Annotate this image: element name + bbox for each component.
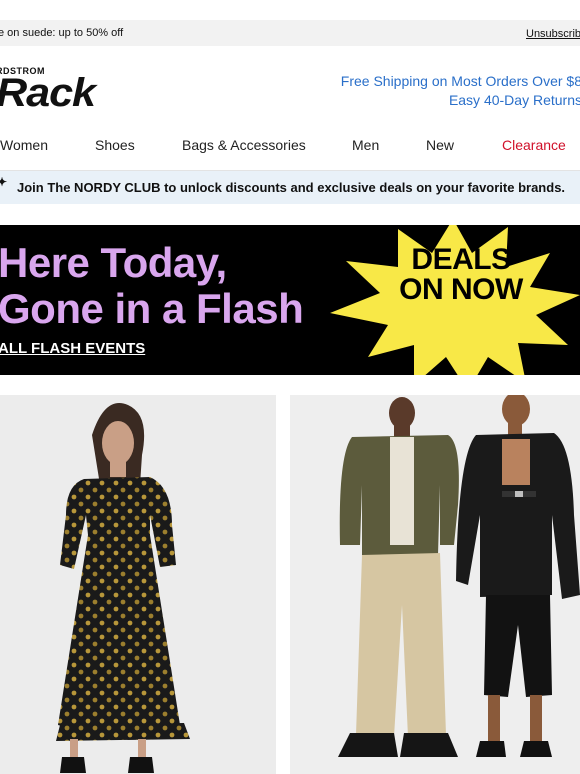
logo-big-text: Rack [0,71,96,115]
main-nav: Women Shoes Bags & Accessories Men New C… [0,137,580,157]
promo-bar: e on suede: up to 50% off Unsubscrib [0,20,580,46]
nav-clearance[interactable]: Clearance [502,137,566,153]
club-text: Join The NORDY CLUB to unlock discounts … [17,180,566,195]
shipping-info[interactable]: Free Shipping on Most Orders Over $8 Eas… [341,72,580,110]
sparkle-icon: ✦ [0,175,8,189]
flash-events-banner[interactable]: Here Today, Gone in a Flash ALL FLASH EV… [0,225,580,375]
returns-link[interactable]: Easy 40-Day Returns [341,91,580,110]
nordy-club-banner[interactable]: ✦ Join The NORDY CLUB to unlock discount… [0,171,580,204]
free-shipping-link[interactable]: Free Shipping on Most Orders Over $8 [341,72,580,91]
deals-on-now: DEALS ON NOW [385,245,537,305]
deals-line1: DEALS [411,243,511,276]
product-image-dress[interactable] [0,395,276,774]
nav-new[interactable]: New [426,137,454,153]
flash-headline-line2: Gone in a Flash [0,285,304,332]
flash-headline-line1: Here Today, [0,239,227,286]
product-image-couple[interactable] [290,395,580,774]
nordstrom-rack-logo[interactable]: RDSTROM Rack [0,66,118,114]
promo-text[interactable]: e on suede: up to 50% off [0,27,123,39]
nav-women[interactable]: Women [0,137,48,153]
dress-model-image [0,395,276,774]
unsubscribe-link[interactable]: Unsubscrib [526,28,580,40]
nav-men[interactable]: Men [352,137,379,153]
all-flash-events-link[interactable]: ALL FLASH EVENTS [0,340,145,357]
couple-model-image [290,395,580,774]
nav-bags-accessories[interactable]: Bags & Accessories [182,137,306,153]
nav-shoes[interactable]: Shoes [95,137,135,153]
deals-line2: ON NOW [399,273,523,306]
flash-headline: Here Today, Gone in a Flash [0,239,304,332]
